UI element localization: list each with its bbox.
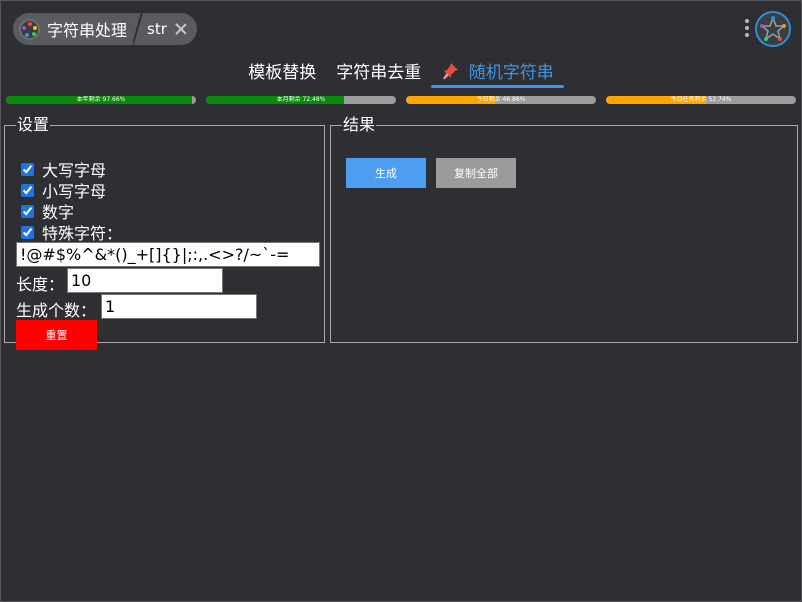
avatar-graphic (758, 14, 788, 44)
plugin-tab[interactable]: str (143, 13, 197, 45)
title-pill: 字符串处理 str (13, 13, 197, 45)
option-digits[interactable]: 数字 (21, 201, 74, 222)
option-label: 特殊字符： (42, 224, 123, 243)
length-label: 长度： (16, 275, 65, 294)
quota-bars: 本年剩余 97.66% 本月剩余 72.48% 今日剩余 46.86% 今日任务… (6, 96, 796, 104)
lowercase-checkbox[interactable] (21, 183, 34, 197)
kebab-menu-icon[interactable] (743, 17, 751, 41)
tab-label: 模板替换 (248, 63, 317, 83)
quota-bar-today: 今日剩余 46.86% (406, 96, 596, 104)
copy-all-button[interactable]: 复制全部 (436, 158, 516, 188)
length-input[interactable] (67, 268, 223, 293)
plugin-tab-label: str (147, 20, 167, 38)
uppercase-checkbox[interactable] (21, 162, 34, 176)
tab-dedupe[interactable]: 字符串去重 (326, 60, 431, 88)
close-icon[interactable] (175, 23, 187, 35)
special-checkbox[interactable] (21, 225, 34, 239)
tab-label: 字符串去重 (336, 63, 422, 83)
quota-bar-task: 今日任务剩余 52.74% (606, 96, 796, 104)
quota-label: 今日任务剩余 52.74% (670, 96, 732, 103)
tab-label: 随机字符串 (468, 63, 554, 83)
app-title-area[interactable]: 字符串处理 (13, 13, 134, 45)
feature-tabs: 模板替换 字符串去重 随机字符串 (0, 60, 802, 88)
option-lowercase[interactable]: 小写字母 (21, 180, 106, 201)
count-input[interactable] (101, 294, 257, 319)
option-uppercase[interactable]: 大写字母 (21, 159, 106, 180)
results-legend: 结果 (343, 115, 376, 134)
generate-button[interactable]: 生成 (346, 158, 426, 188)
option-special[interactable]: 特殊字符： (21, 222, 123, 243)
count-label: 生成个数： (16, 301, 97, 320)
tab-random-string[interactable]: 随机字符串 (431, 60, 565, 88)
quota-label: 今日剩余 46.86% (476, 96, 526, 103)
pill-divider (133, 13, 144, 45)
tab-template-replace[interactable]: 模板替换 (238, 60, 326, 88)
quota-label: 本月剩余 72.48% (276, 96, 326, 103)
special-chars-input[interactable] (16, 242, 320, 267)
reset-button[interactable]: 重置 (16, 320, 97, 350)
pin-icon (443, 63, 459, 80)
results-panel: 结果 生成 复制全部 (330, 116, 798, 343)
settings-legend: 设置 (17, 115, 50, 134)
avatar-icon[interactable] (755, 11, 791, 47)
settings-panel: 设置 大写字母 小写字母 数字 特殊字符： 长度： 生成个数： 重置 (4, 115, 325, 350)
quota-label: 本年剩余 97.66% (76, 96, 126, 103)
app-logo-icon (19, 18, 40, 40)
digits-checkbox[interactable] (21, 204, 34, 218)
app-title: 字符串处理 (47, 21, 128, 40)
quota-bar-year: 本年剩余 97.66% (6, 96, 196, 104)
quota-bar-month: 本月剩余 72.48% (206, 96, 396, 104)
